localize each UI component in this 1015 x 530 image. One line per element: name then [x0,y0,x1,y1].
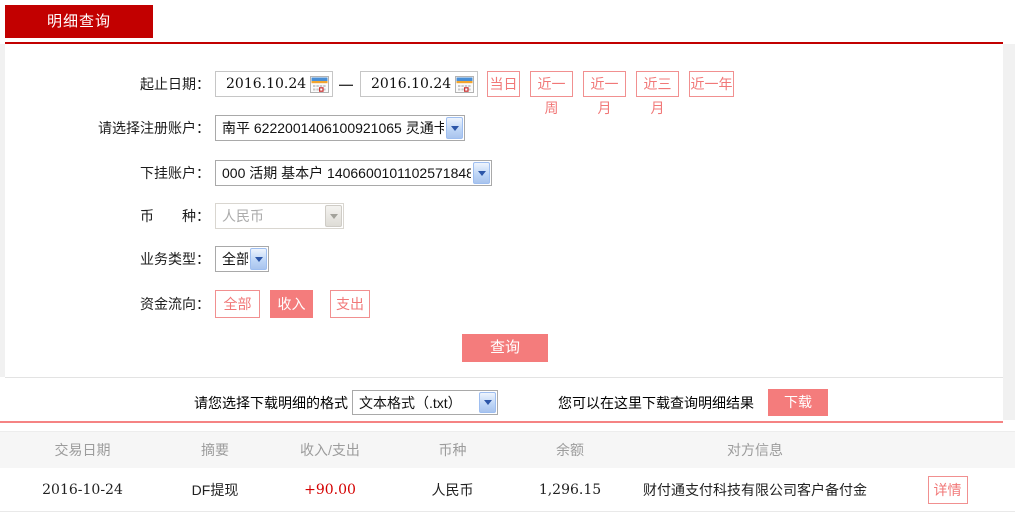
cell-currency: 人民币 [431,481,474,498]
currency-select: 人民币 [215,203,344,229]
table-header-row: 交易日期 摘要 收入/支出 币种 余额 对方信息 [0,431,1015,468]
header-trade-date: 交易日期 [54,442,111,458]
table-top-divider [0,421,1003,423]
download-format-select[interactable]: 文本格式（.txt） [352,390,498,415]
start-date-field[interactable] [215,71,333,97]
quick-range-month-button[interactable]: 近一月 [583,71,626,116]
calendar-icon[interactable] [455,76,474,93]
detail-button[interactable]: 详情 [927,475,968,504]
quick-range-threemonth-button[interactable]: 近三月 [636,71,679,116]
cell-balance: 1,296.15 [538,481,602,498]
cell-summary: DF提现 [191,481,239,498]
currency-value: 人民币 [222,208,264,224]
register-account-label: 请选择注册账户： [98,120,210,136]
header-summary: 摘要 [201,442,229,458]
date-range-row: 起止日期： — [0,71,1015,116]
currency-label: 币 种： [140,208,210,224]
quick-range-year-button[interactable]: 近一年 [689,71,734,97]
dropdown-arrow-icon[interactable] [473,162,490,184]
right-gutter [1003,44,1015,420]
tab-detail-query[interactable]: 明细查询 [5,5,153,38]
cell-trade-date: 2016-10-24 [42,481,123,498]
sub-account-select[interactable]: 000 活期 基本户 1406600101102571848 [215,160,492,186]
fund-flow-row: 资金流向： 全部 收入 支出 [0,290,1015,318]
date-range-label: 起止日期： [140,76,210,92]
dropdown-arrow-icon[interactable] [446,117,463,139]
currency-row: 币 种： 人民币 [0,203,1015,231]
cell-amount: +90.00 [304,481,356,498]
register-account-value: 南平 6222001406100921065 灵通卡 [222,120,444,136]
business-type-value: 全部 [222,251,248,267]
end-date-field[interactable] [360,71,478,97]
tab-underline [5,42,1003,44]
start-date-input[interactable] [226,72,310,96]
header-balance: 余额 [556,442,584,458]
sub-account-value: 000 活期 基本户 1406600101102571848 [222,165,471,181]
sub-account-label: 下挂账户： [140,165,210,181]
quick-range-today-button[interactable]: 当日 [487,71,520,97]
detail-query-page: 明细查询 起止日期： — [0,0,1015,530]
header-income-expense: 收入/支出 [300,442,360,458]
table-row: 2016-10-24 DF提现 +90.00 人民币 1,296.15 财付通支… [0,468,1015,512]
sub-account-row: 下挂账户： 000 活期 基本户 1406600101102571848 [0,160,1015,188]
dropdown-arrow-icon[interactable] [479,392,496,413]
cell-counterparty: 财付通支付科技有限公司客户备付金 [643,481,867,498]
download-button[interactable]: 下载 [768,389,828,416]
business-type-select[interactable]: 全部 [215,246,269,272]
header-counterparty: 对方信息 [727,442,783,458]
register-account-row: 请选择注册账户： 南平 6222001406100921065 灵通卡 [0,115,1015,143]
download-format-value: 文本格式（.txt） [359,395,462,411]
fund-flow-expense-button[interactable]: 支出 [330,290,370,318]
business-type-label: 业务类型： [140,251,210,267]
business-type-row: 业务类型： 全部 [0,246,1015,274]
date-range-separator: — [339,76,353,92]
dropdown-arrow-icon [325,205,342,227]
download-hint-text: 您可以在这里下载查询明细结果 [558,395,754,411]
header-currency: 币种 [438,442,467,458]
calendar-icon[interactable] [310,76,329,93]
fund-flow-all-button[interactable]: 全部 [215,290,260,318]
fund-flow-income-button[interactable]: 收入 [270,290,313,318]
quick-range-week-button[interactable]: 近一周 [530,71,573,116]
dropdown-arrow-icon[interactable] [250,248,267,270]
end-date-input[interactable] [371,72,455,96]
query-button[interactable]: 查询 [462,334,548,362]
register-account-select[interactable]: 南平 6222001406100921065 灵通卡 [215,115,465,141]
fund-flow-label: 资金流向： [140,296,210,312]
download-format-label: 请您选择下载明细的格式 [194,395,348,411]
